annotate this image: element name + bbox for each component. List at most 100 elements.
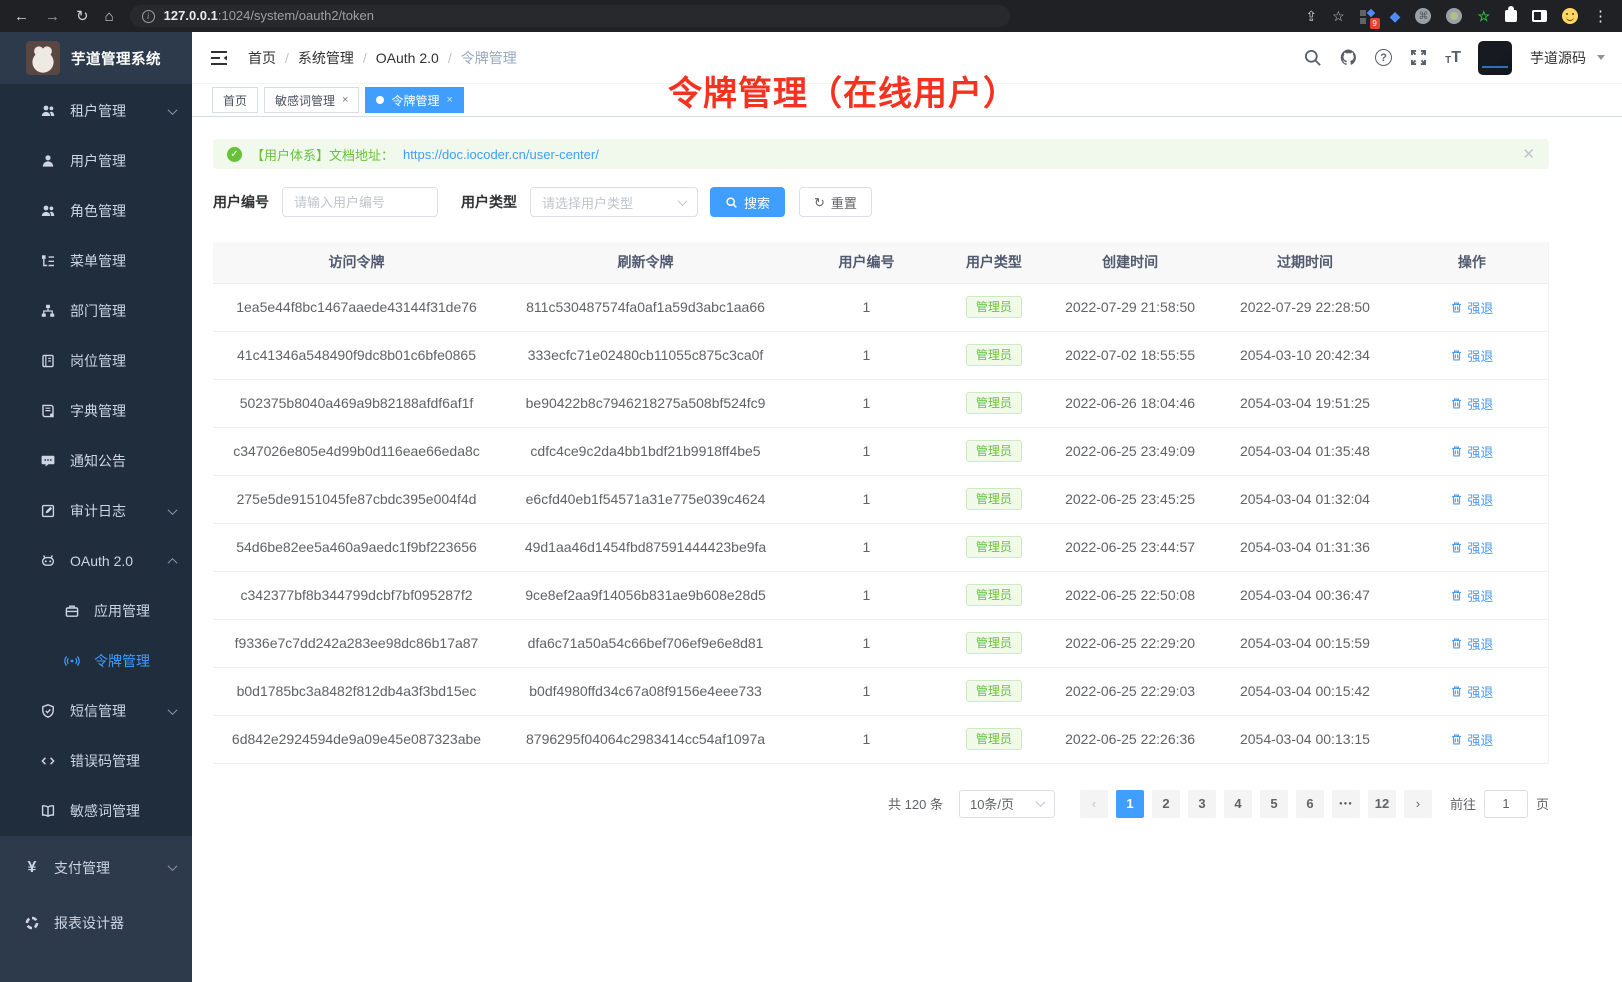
alert-link[interactable]: https://doc.iocoder.cn/user-center/ bbox=[403, 147, 599, 162]
force-logout-button[interactable]: 强退 bbox=[1450, 634, 1493, 653]
force-logout-label: 强退 bbox=[1467, 682, 1493, 701]
prev-page-button[interactable]: ‹ bbox=[1080, 790, 1108, 818]
tab-close-icon[interactable]: × bbox=[342, 94, 348, 106]
sidebar-item-users[interactable]: 租户管理 bbox=[0, 86, 192, 136]
reset-button[interactable]: ↻ 重置 bbox=[799, 187, 872, 217]
alert-close-icon[interactable]: ✕ bbox=[1522, 145, 1535, 163]
browser-home-icon[interactable]: ⌂ bbox=[105, 9, 114, 24]
sidebar-toggle-icon[interactable] bbox=[1532, 10, 1547, 22]
page-size-select[interactable]: 10条/页 bbox=[959, 790, 1055, 818]
share-icon[interactable]: ⇪ bbox=[1305, 8, 1317, 25]
refresh-token-cell: 9ce8ef2aa9f14056b831ae9b608e28d5 bbox=[500, 571, 791, 619]
force-logout-button[interactable]: 强退 bbox=[1450, 346, 1493, 365]
address-bar[interactable]: i 127.0.0.1:1024/system/oauth2/token bbox=[130, 5, 1010, 27]
browser-reload-icon[interactable]: ↻ bbox=[76, 9, 89, 24]
select-chevron-icon bbox=[1036, 797, 1046, 807]
help-icon[interactable]: ? bbox=[1375, 49, 1392, 66]
page-button-12[interactable]: 12 bbox=[1368, 790, 1396, 818]
errcode-icon bbox=[40, 753, 56, 769]
sidebar-item-post[interactable]: 岗位管理 bbox=[0, 336, 192, 386]
browser-forward-icon[interactable]: → bbox=[45, 9, 60, 24]
sidebar-item-token[interactable]: 令牌管理 bbox=[0, 636, 192, 686]
extension-grid-icon[interactable]: 9 bbox=[1360, 9, 1375, 24]
extension-record-icon[interactable] bbox=[1446, 8, 1462, 24]
font-size-icon[interactable]: TT bbox=[1445, 50, 1461, 66]
user-type-select[interactable]: 请选择用户类型 bbox=[530, 187, 698, 217]
force-logout-button[interactable]: 强退 bbox=[1450, 394, 1493, 413]
sidebar-item-dict[interactable]: 字典管理 bbox=[0, 386, 192, 436]
tab-首页[interactable]: 首页 bbox=[212, 87, 258, 113]
extension-puzzle-icon[interactable] bbox=[1505, 10, 1517, 22]
action-cell: 强退 bbox=[1396, 715, 1548, 763]
page-buttons: 123456●●●12 bbox=[1112, 790, 1400, 818]
sidebar-item-errcode[interactable]: 错误码管理 bbox=[0, 736, 192, 786]
sidebar-item-app[interactable]: 应用管理 bbox=[0, 586, 192, 636]
sidebar-item-notice[interactable]: 通知公告 bbox=[0, 436, 192, 486]
sidebar-item-label: 审计日志 bbox=[70, 501, 126, 521]
browser-back-icon[interactable]: ← bbox=[14, 9, 29, 24]
profile-emoji-icon[interactable] bbox=[1562, 8, 1578, 24]
page-button-5[interactable]: 5 bbox=[1260, 790, 1288, 818]
browser-menu-icon[interactable]: ⋮ bbox=[1593, 7, 1608, 25]
force-logout-button[interactable]: 强退 bbox=[1450, 730, 1493, 749]
force-logout-button[interactable]: 强退 bbox=[1450, 682, 1493, 701]
search-icon[interactable] bbox=[1303, 48, 1322, 67]
page-button-4[interactable]: 4 bbox=[1224, 790, 1252, 818]
sidebar-item-sms[interactable]: 短信管理 bbox=[0, 686, 192, 736]
collapse-sidebar-icon[interactable] bbox=[209, 48, 229, 68]
site-info-icon[interactable]: i bbox=[142, 10, 155, 23]
tab-敏感词管理[interactable]: 敏感词管理× bbox=[264, 87, 359, 113]
breadcrumb-item[interactable]: 首页 bbox=[248, 48, 276, 68]
user-icon bbox=[40, 153, 56, 169]
breadcrumb-item[interactable]: OAuth 2.0 bbox=[376, 50, 439, 66]
pages-ellipsis[interactable]: ●●● bbox=[1332, 790, 1360, 818]
extension-gem-icon[interactable]: ◆ bbox=[1390, 8, 1401, 25]
sidebar-item-dept[interactable]: 部门管理 bbox=[0, 286, 192, 336]
sidebar-item-user[interactable]: 用户管理 bbox=[0, 136, 192, 186]
sidebar-item-report[interactable]: 报表设计器 bbox=[0, 895, 192, 950]
goto-page-input[interactable] bbox=[1484, 790, 1528, 818]
tab-令牌管理[interactable]: 令牌管理× bbox=[365, 87, 463, 113]
page-button-3[interactable]: 3 bbox=[1188, 790, 1216, 818]
avatar[interactable] bbox=[1478, 41, 1512, 75]
breadcrumb-item[interactable]: 系统管理 bbox=[298, 48, 354, 68]
sidebar-item-audit[interactable]: 审计日志 bbox=[0, 486, 192, 536]
next-page-button[interactable]: › bbox=[1404, 790, 1432, 818]
user-id-cell: 1 bbox=[791, 283, 942, 331]
page-button-6[interactable]: 6 bbox=[1296, 790, 1324, 818]
sidebar-item-role[interactable]: 角色管理 bbox=[0, 186, 192, 236]
github-icon[interactable] bbox=[1339, 48, 1358, 67]
sidebar-item-sensitive[interactable]: 敏感词管理 bbox=[0, 786, 192, 836]
alert-text: 【用户体系】文档地址： bbox=[251, 145, 394, 164]
bookmark-star-icon[interactable]: ☆ bbox=[1332, 8, 1345, 25]
user-name[interactable]: 芋道源码 bbox=[1530, 48, 1586, 68]
sidebar-item-menu[interactable]: 菜单管理 bbox=[0, 236, 192, 286]
access-token-cell: 54d6be82ee5a460a9aedc1f9bf223656 bbox=[213, 523, 500, 571]
goto-page: 前往 页 bbox=[1450, 790, 1549, 818]
user-id-input[interactable] bbox=[282, 187, 438, 217]
access-token-cell: 502375b8040a469a9b82188afdf6af1f bbox=[213, 379, 500, 427]
app-logo[interactable]: 芋道管理系统 bbox=[0, 32, 192, 84]
user-type-label: 用户类型 bbox=[461, 192, 517, 212]
search-button[interactable]: 搜索 bbox=[710, 187, 785, 217]
force-logout-button[interactable]: 强退 bbox=[1450, 442, 1493, 461]
force-logout-button[interactable]: 强退 bbox=[1450, 538, 1493, 557]
sidebar-item-oauth[interactable]: OAuth 2.0 bbox=[0, 536, 192, 586]
user-id-cell: 1 bbox=[791, 475, 942, 523]
force-logout-button[interactable]: 强退 bbox=[1450, 586, 1493, 605]
sidebar-item-yen[interactable]: ¥支付管理 bbox=[0, 840, 192, 895]
fullscreen-icon[interactable] bbox=[1409, 48, 1428, 67]
dict-icon bbox=[40, 403, 56, 419]
tab-close-icon[interactable]: × bbox=[446, 94, 452, 106]
page-button-2[interactable]: 2 bbox=[1152, 790, 1180, 818]
extension-command-icon[interactable]: ⌘ bbox=[1415, 8, 1431, 24]
force-logout-button[interactable]: 强退 bbox=[1450, 490, 1493, 509]
user-type-tag: 管理员 bbox=[966, 344, 1022, 366]
created-time-cell: 2022-06-25 23:44:57 bbox=[1046, 523, 1214, 571]
chevron-down-icon[interactable] bbox=[1597, 55, 1605, 60]
sidebar-item-label: 部门管理 bbox=[70, 301, 126, 321]
notice-icon bbox=[40, 453, 56, 469]
page-button-1[interactable]: 1 bbox=[1116, 790, 1144, 818]
force-logout-button[interactable]: 强退 bbox=[1450, 298, 1493, 317]
extension-star-icon[interactable]: ☆ bbox=[1477, 8, 1490, 25]
